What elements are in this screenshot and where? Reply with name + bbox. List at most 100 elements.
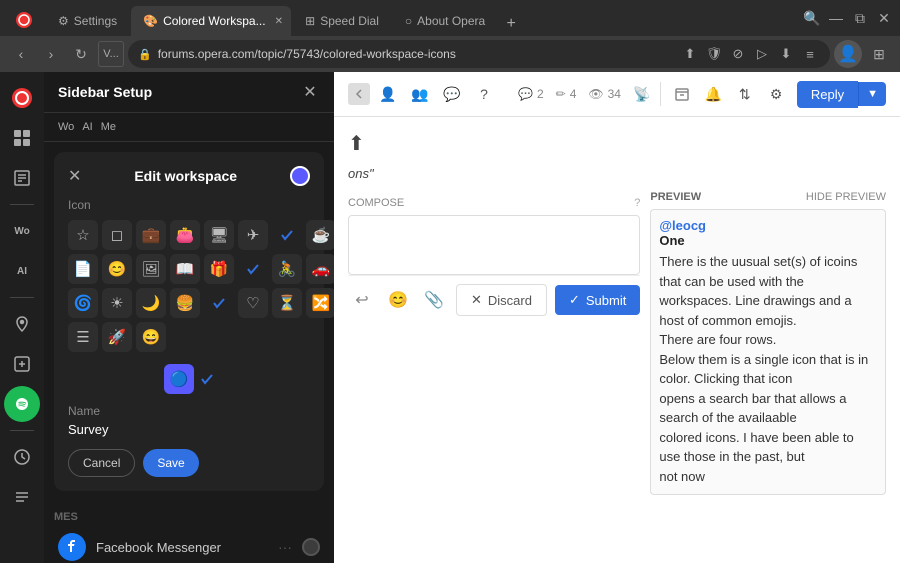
address-bar[interactable]: 🔒 forums.opera.com/topic/75743/colored-w…	[128, 40, 830, 68]
icon-cell-book[interactable]: 📖	[170, 254, 200, 284]
icon-cell-sun[interactable]: ☀	[102, 288, 132, 318]
shield-icon[interactable]: 🛡	[704, 44, 724, 64]
tab-about-opera[interactable]: ○ About Opera	[393, 6, 497, 36]
save-button[interactable]: Save	[143, 449, 198, 477]
icon-cell-smile[interactable]: 😄	[136, 322, 166, 352]
facebook-more-btn[interactable]: ···	[278, 539, 292, 555]
user-icon-btn[interactable]: 👤	[374, 80, 402, 108]
archive-icon-btn[interactable]	[671, 80, 692, 108]
sidebar-bottom-icon-2[interactable]	[4, 479, 40, 515]
sidebar-opera-logo[interactable]	[4, 80, 40, 116]
opera-logo[interactable]	[8, 4, 40, 36]
icon-cell-car[interactable]: 🚗	[306, 254, 334, 284]
bell-icon-btn[interactable]: 🔔	[703, 80, 724, 108]
reply-button[interactable]: Reply	[797, 81, 858, 108]
workspace-tab-me[interactable]: Me	[101, 121, 116, 133]
workspace-tab-ai[interactable]: AI	[82, 121, 92, 133]
chat-icon-btn[interactable]: 💬	[438, 80, 466, 108]
sidebar-extensions-icon[interactable]	[4, 346, 40, 382]
account-btn[interactable]: 👤	[834, 40, 862, 68]
icon-cell-doc[interactable]: 📄	[68, 254, 98, 284]
forward-btn[interactable]: ›	[38, 41, 64, 67]
icon-cell-burger[interactable]: 🍔	[170, 288, 200, 318]
cancel-button[interactable]: Cancel	[68, 449, 135, 477]
tab-close-colored-workspace[interactable]: ✕	[275, 14, 283, 28]
sidebar-news-icon[interactable]	[4, 160, 40, 196]
new-tab-button[interactable]: +	[499, 12, 523, 36]
sidebar-bottom-icon-1[interactable]	[4, 439, 40, 475]
sidebar-maps-icon[interactable]	[4, 306, 40, 342]
sidebar-panel-close-btn[interactable]: ✕	[300, 82, 320, 102]
sidebar-toggle-btn[interactable]: ⊞	[866, 41, 892, 67]
search-win-btn[interactable]: 🔍	[804, 10, 820, 26]
icon-cell-bag[interactable]: 👛	[170, 220, 200, 250]
icon-cell-emoji[interactable]: 😊	[102, 254, 132, 284]
compose-help-btn[interactable]: ?	[634, 197, 640, 209]
sidebar-workspace-ai[interactable]: AI	[4, 253, 40, 289]
icon-cell-moon[interactable]: 🌙	[136, 288, 166, 318]
icon-cell-image[interactable]: 🖼	[136, 254, 166, 284]
users-icon-btn[interactable]: 👥	[406, 80, 434, 108]
back-btn[interactable]: ‹	[8, 41, 34, 67]
discard-button[interactable]: ✕ Discard	[456, 284, 547, 316]
modal-icon-section-label: Icon	[68, 198, 310, 212]
icon-cell-rocket[interactable]: 🚀	[102, 322, 132, 352]
messenger-item-facebook[interactable]: Facebook Messenger ···	[54, 527, 324, 563]
tab-settings[interactable]: ⚙ Settings	[46, 6, 129, 36]
tab-colored-workspace[interactable]: 🎨 Colored Workspa... ✕	[131, 6, 291, 36]
preview-label: PREVIEW	[650, 191, 701, 203]
messenger-section-title: Mes	[54, 507, 324, 527]
icon-cell-heart[interactable]: ♡	[238, 288, 268, 318]
compose-textarea[interactable]	[348, 215, 640, 275]
icon-cell-monitor[interactable]: 🖥	[204, 220, 234, 250]
hide-preview-btn[interactable]: HIDE PREVIEW	[806, 191, 886, 203]
sort-icon-btn[interactable]: ⇅	[734, 80, 755, 108]
icon-cell-swirl[interactable]: 🌀	[68, 288, 98, 318]
icon-cell-gift[interactable]: 🎁	[204, 254, 234, 284]
preview-title: One	[659, 233, 877, 248]
icon-cell-plane[interactable]: ✈	[238, 220, 268, 250]
selected-icon-cell[interactable]: 🔵	[164, 364, 194, 394]
icon-cell-list[interactable]: ☰	[68, 322, 98, 352]
icon-cell-square[interactable]: ◻	[102, 220, 132, 250]
row1-check	[272, 220, 302, 250]
sidebar-spotify-icon[interactable]	[4, 386, 40, 422]
menu-icon[interactable]: ≡	[800, 44, 820, 64]
gear-icon-btn[interactable]: ⚙	[765, 80, 786, 108]
action-emoji-icon[interactable]: 😊	[384, 286, 412, 314]
modal-actions: Cancel Save	[68, 449, 310, 477]
sidebar-tabs-icon[interactable]	[4, 120, 40, 156]
facebook-toggle[interactable]	[302, 538, 320, 556]
reply-dropdown-btn[interactable]: ▼	[858, 82, 886, 106]
icon-cell-hourglass[interactable]: ⏳	[272, 288, 302, 318]
rss-icon[interactable]: 📡	[633, 86, 650, 103]
about-opera-tab-icon: ○	[405, 14, 412, 28]
view-btn[interactable]: V...	[98, 41, 124, 67]
stat-replies: 💬 2	[518, 87, 544, 101]
submit-check-icon: ✓	[569, 292, 580, 308]
icon-cell-bike[interactable]: 🚴	[272, 254, 302, 284]
share-icon[interactable]: ⬆	[680, 44, 700, 64]
icon-cell-coffee[interactable]: ☕	[306, 220, 334, 250]
icon-cell-briefcase[interactable]: 💼	[136, 220, 166, 250]
adblock-icon[interactable]: ⊘	[728, 44, 748, 64]
sidebar-workspace-wo[interactable]: Wo	[4, 213, 40, 249]
modal-x-close-btn[interactable]: ✕	[68, 166, 81, 186]
sidebar-divider-1	[10, 204, 34, 205]
icon-cell-star[interactable]: ☆	[68, 220, 98, 250]
help-icon-btn[interactable]: ?	[470, 80, 498, 108]
minimize-btn[interactable]: —	[828, 10, 844, 26]
action-attach-icon[interactable]: 📎	[420, 286, 448, 314]
play-icon[interactable]: ▷	[752, 44, 772, 64]
reload-btn[interactable]: ↻	[68, 41, 94, 67]
workspace-tab-wo[interactable]: Wo	[58, 121, 74, 133]
download-icon[interactable]: ⬇	[776, 44, 796, 64]
tab-speed-dial[interactable]: ⊞ Speed Dial	[293, 6, 391, 36]
action-reply-icon[interactable]: ↩	[348, 286, 376, 314]
prev-arrow-btn[interactable]	[348, 83, 370, 105]
icon-cell-shuffle[interactable]: 🔀	[306, 288, 334, 318]
submit-button[interactable]: ✓ Submit	[555, 285, 640, 315]
row3-check	[204, 288, 234, 318]
close-btn[interactable]: ✕	[876, 10, 892, 26]
maximize-btn[interactable]: ⧉	[852, 10, 868, 26]
